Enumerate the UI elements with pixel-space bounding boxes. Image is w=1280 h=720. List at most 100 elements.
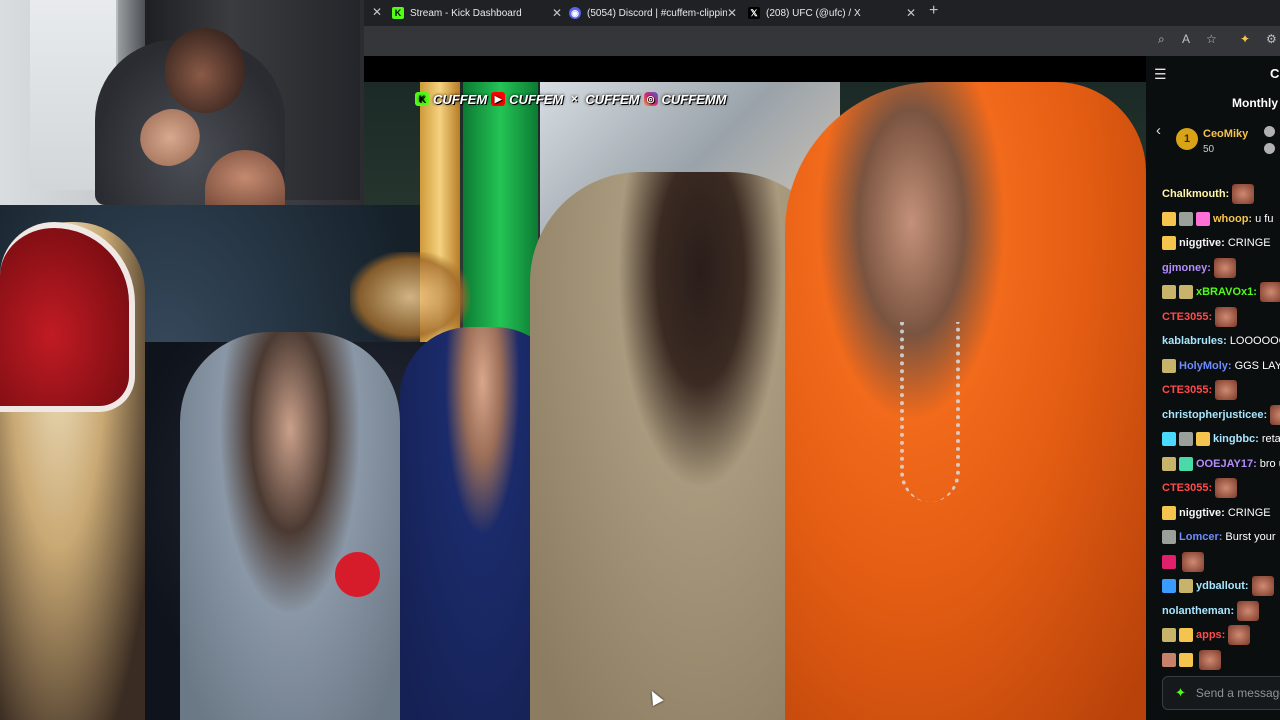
chat-message: HolyMoly: GGS LAY (1146, 354, 1280, 379)
video-person-girl (180, 332, 400, 720)
chat-emote-icon (1215, 478, 1238, 499)
chat-username[interactable]: xBRAVOx1: (1196, 286, 1257, 298)
user-badge-icon (1162, 505, 1176, 520)
close-tab-icon[interactable]: ✕ (372, 5, 382, 19)
watermark-handle: CUFFEM (433, 91, 488, 107)
close-tab-icon[interactable]: ✕ (727, 6, 737, 20)
video-green-ladder (463, 82, 538, 342)
chat-message: christopherjusticee: (1146, 403, 1280, 428)
user-badge-icon (1162, 554, 1176, 569)
chat-message: niggtive: CRINGE (1146, 231, 1280, 256)
chat-username[interactable]: christopherjusticee: (1162, 409, 1267, 421)
chat-message-text: LOOOOOO (1229, 335, 1280, 348)
chat-username[interactable]: niggtive: (1179, 237, 1225, 249)
browser-toolbar: ⌕ A ☆ ✦ ⚙ (364, 26, 1280, 56)
user-badge-icon (1162, 358, 1176, 373)
youtube-icon: ▶ (491, 92, 506, 106)
chat-message-text: GGS LAY (1234, 359, 1280, 372)
tab-kick-dashboard[interactable]: K Stream - Kick Dashboard ✕ (392, 0, 562, 26)
chevron-left-icon[interactable]: ‹ (1156, 122, 1161, 139)
chat-username[interactable]: OOEJAY17: (1196, 458, 1257, 470)
x-icon: ✕ (570, 93, 579, 104)
tab-title: (5054) Discord | #cuffem-clipping (587, 7, 727, 19)
chat-username[interactable]: kingbbc: (1213, 433, 1259, 445)
chat-username[interactable]: Lomcer: (1179, 531, 1222, 543)
user-badge-icon (1179, 432, 1193, 447)
chat-message: niggtive: CRINGE (1146, 501, 1280, 526)
send-message-input[interactable]: ✦ Send a message (1162, 676, 1280, 710)
leaderboard-title: Monthly (1232, 96, 1278, 110)
chat-username[interactable]: gjmoney: (1162, 262, 1211, 274)
chat-message: CTE3055: (1146, 305, 1280, 330)
video-red-cup (335, 552, 380, 597)
tab-discord[interactable]: ◉ (5054) Discord | #cuffem-clipping ✕ (569, 0, 737, 26)
social-watermark: K CUFFEM ▶ CUFFEM ✕ CUFFEM ◎ CUFFEMM (415, 90, 727, 108)
chat-message: ydballout: (1146, 574, 1280, 599)
user-badge-icon (1179, 652, 1193, 667)
chat-username[interactable]: Chalkmouth: (1162, 188, 1229, 200)
read-aloud-icon[interactable]: A (1182, 32, 1190, 46)
x-icon: 𝕏 (748, 7, 760, 19)
kick-icon: K (392, 7, 404, 19)
chat-username[interactable]: ydballout: (1196, 580, 1249, 592)
chat-message: xBRAVOx1: (1146, 280, 1280, 305)
video-santa-hat (0, 222, 135, 412)
user-badge-icon (1162, 456, 1176, 471)
new-tab-button[interactable]: + (929, 2, 938, 20)
user-badge-icon (1179, 579, 1193, 594)
chat-message: gjmoney: (1146, 256, 1280, 281)
browser-tab-strip: ✕ K Stream - Kick Dashboard ✕ ◉ (5054) D… (364, 0, 1280, 26)
chat-emote-icon (1237, 600, 1260, 621)
favorite-star-icon[interactable]: ☆ (1206, 32, 1217, 46)
chat-username[interactable]: whoop: (1213, 213, 1252, 225)
chat-username[interactable]: apps: (1196, 629, 1225, 641)
user-badge-icon (1196, 432, 1210, 447)
chat-emote-icon (1228, 625, 1251, 646)
chat-emote-icon (1251, 576, 1274, 597)
chat-message (1146, 648, 1280, 673)
chat-emote-icon (1182, 551, 1204, 572)
top-gifter-name[interactable]: CeoMiky (1203, 128, 1248, 140)
chat-username[interactable]: CTE3055: (1162, 482, 1212, 494)
chat-title: C (1270, 66, 1280, 81)
collapse-chat-icon[interactable]: ☰ (1154, 66, 1167, 83)
tab-ufc-x[interactable]: 𝕏 (208) UFC (@ufc) / X ✕ (748, 0, 916, 26)
chat-message: kablabrules:LOOOOOO (1146, 329, 1280, 354)
chat-message: CTE3055: (1146, 378, 1280, 403)
user-badge-icon (1162, 530, 1176, 545)
zoom-icon[interactable]: ⌕ (1158, 32, 1165, 47)
chat-message-text: reta (1261, 433, 1280, 446)
chat-username[interactable]: CTE3055: (1162, 384, 1212, 396)
chat-emote-icon (1215, 306, 1238, 327)
close-tab-icon[interactable]: ✕ (906, 6, 916, 20)
user-badge-icon (1179, 211, 1193, 226)
chat-emote-icon (1270, 404, 1280, 425)
user-badge-icon (1162, 628, 1176, 643)
chat-message-text: bro u (1259, 457, 1280, 470)
tab-title: Stream - Kick Dashboard (410, 7, 522, 19)
chat-message-list: Chalkmouth: whoop: u fu niggtive: CRINGE gjmo… (1146, 182, 1280, 672)
user-badge-icon (1162, 652, 1176, 667)
chat-panel: ☰ C Monthly ‹ 1 CeoMiky 50 Chalkmouth: wh… (1146, 56, 1280, 720)
webcam-overlay (0, 0, 364, 205)
discord-icon: ◉ (569, 7, 581, 19)
settings-gear-icon[interactable]: ⚙ (1266, 32, 1277, 46)
chat-message: kingbbc: reta (1146, 427, 1280, 452)
close-tab-icon[interactable]: ✕ (552, 6, 562, 20)
watermark-handle: CUFFEMM (661, 91, 727, 107)
chat-username[interactable]: nolantheman: (1162, 605, 1234, 617)
user-badge-icon (1162, 432, 1176, 447)
emote-sparkle-icon[interactable]: ✦ (1175, 685, 1186, 701)
chat-emote-icon (1199, 649, 1221, 670)
chat-message-text: CRINGE (1227, 237, 1271, 250)
user-badge-icon (1179, 285, 1193, 300)
leaderboard-next-badges (1264, 126, 1276, 156)
chat-username[interactable]: CTE3055: (1162, 311, 1212, 323)
chat-username[interactable]: kablabrules: (1162, 335, 1227, 347)
user-badge-icon (1162, 285, 1176, 300)
chat-message: Lomcer: Burst your (1146, 525, 1280, 550)
extension-icon[interactable]: ✦ (1240, 32, 1250, 46)
chat-username[interactable]: HolyMoly: (1179, 360, 1232, 372)
chat-emote-icon (1215, 380, 1238, 401)
chat-username[interactable]: niggtive: (1179, 507, 1225, 519)
